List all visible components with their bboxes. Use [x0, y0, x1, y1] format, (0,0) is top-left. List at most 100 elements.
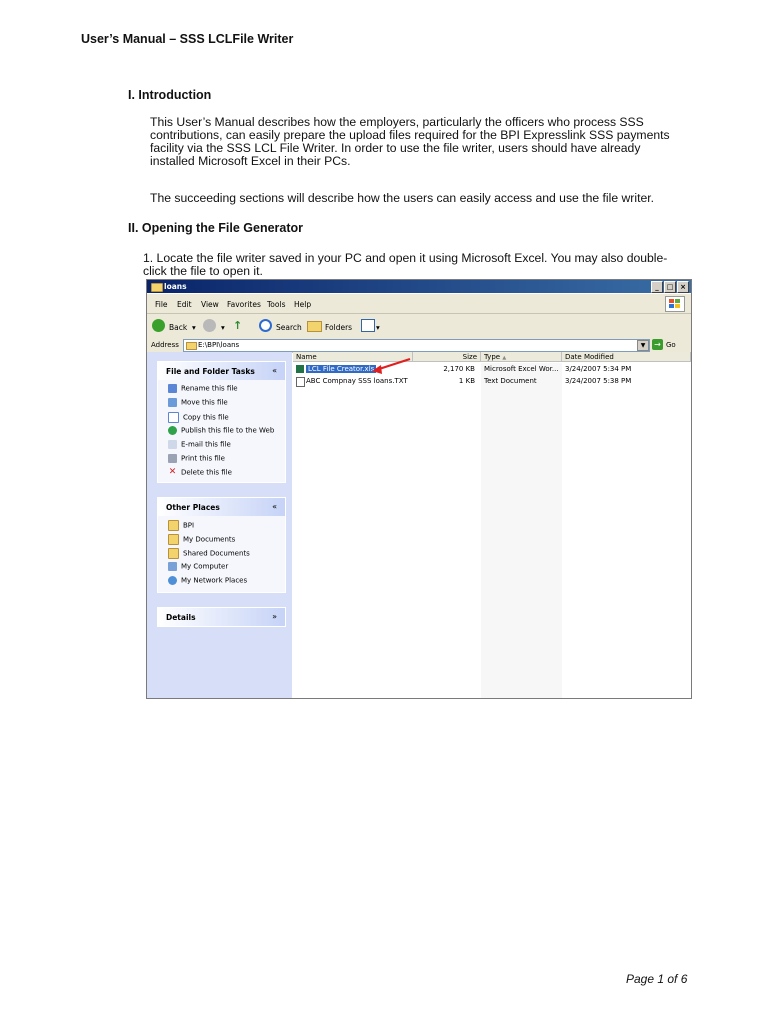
minimize-button[interactable]: _ — [651, 281, 663, 293]
explorer-window: loans _ □ × File Edit View Favorites Too… — [146, 279, 692, 699]
place-link-shared-documents[interactable]: Shared Documents — [168, 548, 250, 559]
text-file-icon — [296, 377, 305, 387]
forward-arrow-icon[interactable] — [203, 319, 216, 332]
back-arrow-icon[interactable] — [152, 319, 165, 332]
column-header-type[interactable]: Type ▲ — [481, 352, 562, 362]
task-pane: File and Folder Tasks « Rename this file… — [147, 352, 292, 698]
column-header-date[interactable]: Date Modified — [562, 352, 691, 362]
window-title: loans — [164, 282, 187, 291]
expand-chevron-icon[interactable]: » — [272, 612, 277, 621]
go-arrow-icon[interactable]: → — [652, 339, 663, 350]
search-icon[interactable] — [259, 319, 272, 332]
column-header-size[interactable]: Size — [413, 352, 481, 362]
computer-icon — [168, 562, 177, 571]
task-link-print[interactable]: Print this file — [168, 454, 225, 463]
file-list: Name Size Type ▲ Date Modified LCL File … — [293, 352, 691, 698]
task-link-move[interactable]: Move this file — [168, 398, 228, 407]
menu-favorites[interactable]: Favorites — [227, 300, 261, 309]
section-heading-introduction: I. Introduction — [128, 88, 212, 102]
succeeding-sections-paragraph: The succeeding sections will describe ho… — [150, 192, 695, 205]
section-heading-opening: II. Opening the File Generator — [128, 221, 304, 235]
place-link-my-computer[interactable]: My Computer — [168, 562, 228, 571]
folders-icon[interactable] — [307, 321, 322, 332]
back-button[interactable]: Back — [169, 323, 187, 332]
my-documents-icon — [168, 534, 179, 545]
views-icon[interactable] — [361, 319, 375, 332]
collapse-chevron-icon[interactable]: « — [272, 366, 277, 375]
place-link-network[interactable]: My Network Places — [168, 576, 247, 585]
address-dropdown-icon[interactable]: ▼ — [637, 340, 649, 351]
delete-x-icon: ✕ — [168, 467, 177, 477]
step-1-text: 1. Locate the file writer saved in your … — [143, 252, 691, 278]
address-label: Address — [151, 341, 179, 349]
address-input[interactable]: E:\BPI\loans — [183, 339, 650, 352]
file-row[interactable]: LCL File Creator.xls 2,170 KB Microsoft … — [293, 364, 691, 375]
file-name: ABC Compnay SSS loans.TXT — [306, 377, 408, 385]
panel-header[interactable]: Details » — [158, 608, 285, 626]
place-link-my-documents[interactable]: My Documents — [168, 534, 235, 545]
views-dropdown-icon[interactable]: ▾ — [376, 323, 380, 332]
shared-folder-icon — [168, 548, 179, 559]
maximize-button[interactable]: □ — [664, 281, 676, 293]
rename-icon — [168, 384, 177, 393]
file-type: Microsoft Excel Wor... — [484, 365, 559, 373]
folder-icon — [151, 283, 163, 292]
task-link-publish[interactable]: Publish this file to the Web — [168, 426, 274, 435]
panel-title: Details — [166, 613, 196, 622]
other-places-panel: Other Places « BPI My Documents Shared D… — [157, 497, 286, 593]
place-link-bpi[interactable]: BPI — [168, 520, 194, 531]
menu-edit[interactable]: Edit — [177, 300, 192, 309]
document-header: User’s Manual – SSS LCLFile Writer — [81, 32, 294, 46]
menu-view[interactable]: View — [201, 300, 219, 309]
file-size: 2,170 KB — [443, 365, 475, 373]
page-number: Page 1 of 6 — [626, 972, 688, 986]
back-dropdown-icon[interactable]: ▾ — [192, 323, 196, 332]
window-titlebar[interactable]: loans _ □ × — [147, 280, 691, 293]
details-panel: Details » — [157, 607, 286, 627]
forward-dropdown-icon[interactable]: ▾ — [221, 323, 225, 332]
up-folder-icon[interactable]: ↑ — [233, 319, 242, 332]
task-link-copy[interactable]: Copy this file — [168, 412, 229, 423]
file-folder-tasks-panel: File and Folder Tasks « Rename this file… — [157, 361, 286, 483]
panel-title: Other Places — [166, 503, 220, 512]
task-link-rename[interactable]: Rename this file — [168, 384, 238, 393]
folder-icon — [168, 520, 179, 531]
network-icon — [168, 576, 177, 585]
excel-file-icon — [296, 365, 304, 373]
search-button[interactable]: Search — [276, 323, 302, 332]
file-size: 1 KB — [458, 377, 475, 385]
menu-bar: File Edit View Favorites Tools Help — [147, 294, 691, 314]
windows-logo-icon — [665, 296, 685, 312]
collapse-chevron-icon[interactable]: « — [272, 502, 277, 511]
go-button[interactable]: Go — [666, 341, 676, 349]
menu-help[interactable]: Help — [294, 300, 311, 309]
task-link-email[interactable]: E-mail this file — [168, 440, 231, 449]
folder-icon — [186, 342, 197, 350]
move-icon — [168, 398, 177, 407]
task-link-delete[interactable]: ✕ Delete this file — [168, 468, 232, 477]
file-date: 3/24/2007 5:38 PM — [565, 377, 632, 385]
address-value: E:\BPI\loans — [198, 341, 240, 349]
panel-title: File and Folder Tasks — [166, 367, 255, 376]
text-line: installed Microsoft Excel in their PCs. — [150, 154, 351, 168]
close-button[interactable]: × — [677, 281, 689, 293]
globe-icon — [168, 426, 177, 435]
toolbar: Back ▾ ▾ ↑ Search Folders ▾ — [147, 314, 691, 339]
printer-icon — [168, 454, 177, 463]
text-line: The succeeding sections will describe ho… — [150, 191, 655, 205]
copy-icon — [168, 412, 179, 423]
file-type: Text Document — [484, 377, 537, 385]
menu-tools[interactable]: Tools — [267, 300, 285, 309]
sort-arrow-icon: ▲ — [502, 355, 507, 361]
column-label: Type — [484, 353, 501, 361]
panel-header[interactable]: Other Places « — [158, 498, 285, 516]
panel-header[interactable]: File and Folder Tasks « — [158, 362, 285, 380]
folders-button[interactable]: Folders — [325, 323, 352, 332]
text-line: click the file to open it. — [143, 264, 263, 278]
email-icon — [168, 440, 177, 449]
file-name: LCL File Creator.xls — [306, 365, 377, 373]
red-arrow-annotation — [372, 357, 411, 374]
file-row[interactable]: ABC Compnay SSS loans.TXT 1 KB Text Docu… — [293, 376, 691, 387]
menu-file[interactable]: File — [155, 300, 168, 309]
intro-paragraph: This User’s Manual describes how the emp… — [150, 116, 695, 168]
